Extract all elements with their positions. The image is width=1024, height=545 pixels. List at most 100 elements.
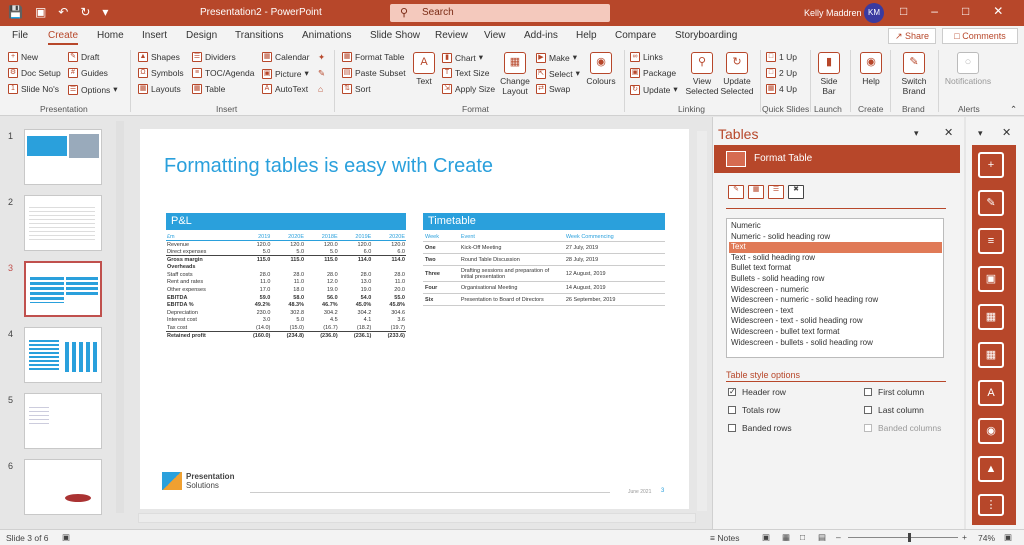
minimize-icon[interactable]: – xyxy=(931,4,938,18)
draft-button[interactable]: ✎ Draft xyxy=(68,52,99,62)
change-layout-button[interactable]: ▦ Change Layout xyxy=(496,52,534,96)
format-table-button[interactable]: ▦ Format Table xyxy=(342,52,404,62)
select-button[interactable]: ⇱ Select ▾ xyxy=(536,68,580,79)
table-style-item[interactable]: Bullets - solid heading row xyxy=(729,274,942,285)
normal-view-icon[interactable]: ▣ xyxy=(762,532,770,543)
thumbnails-scrollbar[interactable] xyxy=(116,121,124,513)
swap-button[interactable]: ⇄ Swap xyxy=(536,84,570,94)
toc-agenda-button[interactable]: ≡ TOC/Agenda xyxy=(192,68,254,78)
header-row-checkbox[interactable]: ✓ Header row xyxy=(728,387,786,397)
close-icon[interactable]: ✕ xyxy=(993,4,1003,18)
table-style-item[interactable]: Widescreen - numeric - solid heading row xyxy=(729,295,942,306)
options-button[interactable]: ☰ Options ▾ xyxy=(68,84,118,95)
notifications-button[interactable]: ○ Notifications xyxy=(940,52,996,86)
table-style-item[interactable]: Text xyxy=(729,242,942,253)
timetable-title[interactable]: Timetable xyxy=(423,213,665,230)
avatar[interactable]: KM xyxy=(864,3,884,23)
share-button[interactable]: ↗ Share xyxy=(888,28,936,44)
table-style-item[interactable]: Text - solid heading row xyxy=(729,253,942,264)
slideshow-icon[interactable]: ▤ xyxy=(818,532,826,543)
fit-to-window-icon[interactable]: ▣ xyxy=(1004,532,1012,543)
slide-thumbnail-2[interactable] xyxy=(24,195,102,251)
text-icon[interactable]: A xyxy=(978,380,1004,406)
reading-view-icon[interactable]: □ xyxy=(800,532,805,542)
pane-close-icon[interactable]: ✕ xyxy=(944,126,953,139)
tab-storyboarding[interactable]: Storyboarding xyxy=(675,30,737,41)
tab-animations[interactable]: Animations xyxy=(302,30,351,41)
slide-thumbnail-5[interactable] xyxy=(24,393,102,449)
guides-button[interactable]: # Guides xyxy=(68,68,108,78)
maximize-icon[interactable]: □ xyxy=(962,4,969,18)
tab-file[interactable]: File xyxy=(12,30,28,41)
shapes-button[interactable]: ▲ Shapes xyxy=(138,52,180,62)
chart-button[interactable]: ▮ Chart ▾ xyxy=(442,52,483,63)
tab-transitions[interactable]: Transitions xyxy=(235,30,284,41)
symbols-button[interactable]: Ω Symbols xyxy=(138,68,184,78)
undo-icon[interactable]: ↶ xyxy=(58,5,68,19)
zoom-in-icon[interactable]: + xyxy=(962,532,967,542)
last-column-checkbox[interactable]: Last column xyxy=(864,405,924,415)
save-icon[interactable]: 💾 xyxy=(8,5,23,19)
tab-slide-show[interactable]: Slide Show xyxy=(370,30,420,41)
table-style-item[interactable]: Widescreen - bullets - solid heading row xyxy=(729,338,942,349)
help-button[interactable]: ◉ Help xyxy=(856,52,886,86)
slide-sorter-icon[interactable]: ▦ xyxy=(782,532,790,543)
home-icon[interactable]: ⌂ xyxy=(318,84,323,94)
tab-view[interactable]: View xyxy=(484,30,506,41)
picture-button[interactable]: ▣ Picture ▾ xyxy=(262,68,309,79)
notes-button[interactable]: ≡ Notes xyxy=(710,533,740,543)
calendar-button[interactable]: ▦ Calendar xyxy=(262,52,310,62)
slide-title[interactable]: Formatting tables is easy with Create xyxy=(164,155,493,178)
totals-row-checkbox[interactable]: Totals row xyxy=(728,405,780,415)
accessibility-icon[interactable]: ▣ xyxy=(62,532,70,543)
tools-icon[interactable]: ✖ xyxy=(788,185,804,199)
slide-horizontal-scrollbar[interactable] xyxy=(138,513,696,523)
image-icon[interactable]: ▲ xyxy=(978,456,1004,482)
zoom-slider-thumb[interactable] xyxy=(908,533,911,542)
new-button[interactable]: + New xyxy=(8,52,38,62)
update-selected-button[interactable]: ↻ Update Selected xyxy=(718,52,756,96)
present-icon[interactable]: ▣ xyxy=(35,5,46,19)
tab-review[interactable]: Review xyxy=(435,30,468,41)
map-pin-icon[interactable]: ◉ xyxy=(978,418,1004,444)
side-bar-button[interactable]: ▮ Side Bar xyxy=(814,52,844,96)
sidebar-options-icon[interactable]: ▾ xyxy=(978,128,983,139)
table-style-item[interactable]: Bullet text format xyxy=(729,263,942,274)
customize-qat-icon[interactable]: ▾ xyxy=(102,5,108,19)
table-edit-icon[interactable]: ✎ xyxy=(728,185,744,199)
comments-button[interactable]: □ Comments xyxy=(942,28,1018,44)
zoom-out-icon[interactable]: – xyxy=(836,532,841,542)
apply-size-button[interactable]: ⇲ Apply Size xyxy=(442,84,495,94)
tab-home[interactable]: Home xyxy=(97,30,124,41)
tab-add-ins[interactable]: Add-ins xyxy=(524,30,558,41)
timetable-table[interactable]: Week Event Week Commencing One Kick-Off Meet… xyxy=(423,233,665,306)
add-slide-icon[interactable]: + xyxy=(978,152,1004,178)
redo-icon[interactable]: ↻ xyxy=(80,5,90,19)
first-column-checkbox[interactable]: First column xyxy=(864,387,924,397)
table-style-item[interactable]: Widescreen - numeric xyxy=(729,285,942,296)
table-style-item[interactable]: Numeric - solid heading row xyxy=(729,232,942,243)
table-style-item[interactable]: Widescreen - text xyxy=(729,306,942,317)
sort-button[interactable]: ⇅ Sort xyxy=(342,84,371,94)
switch-brand-button[interactable]: ✎ Switch Brand xyxy=(894,52,934,96)
ribbon-display-icon[interactable]: □ xyxy=(900,4,907,18)
more-icon[interactable]: ⋮ xyxy=(978,494,1004,516)
links-button[interactable]: ∞ Links xyxy=(630,52,663,62)
table-style-list[interactable]: Numeric Numeric - solid heading row Text Te… xyxy=(726,218,944,358)
slide-thumbnail-4[interactable] xyxy=(24,327,102,383)
collapse-ribbon-icon[interactable]: ⌃ xyxy=(1010,104,1017,115)
banded-columns-checkbox[interactable]: Banded columns xyxy=(864,423,941,433)
layout-icon[interactable]: ▣ xyxy=(978,266,1004,292)
table-style-item[interactable]: Widescreen - text - solid heading row xyxy=(729,316,942,327)
pin-icon[interactable]: ✦ xyxy=(318,52,325,63)
table-columns-icon[interactable]: ☰ xyxy=(768,185,784,199)
edit-text-icon[interactable]: ✎ xyxy=(978,190,1004,216)
pl-table[interactable]: £m 2019 2020E 2018E 2019E 2020E Revenue 120.0 12… xyxy=(166,233,406,340)
tab-create[interactable]: Create xyxy=(48,30,79,45)
tab-compare[interactable]: Compare xyxy=(615,30,656,41)
update-button[interactable]: ↻ Update ▾ xyxy=(630,84,678,95)
table-grid-icon[interactable]: ▦ xyxy=(748,185,764,199)
slide-thumbnail-6[interactable] xyxy=(24,459,102,515)
package-button[interactable]: ▣ Package xyxy=(630,68,676,78)
slide-vertical-scrollbar[interactable] xyxy=(697,131,707,511)
